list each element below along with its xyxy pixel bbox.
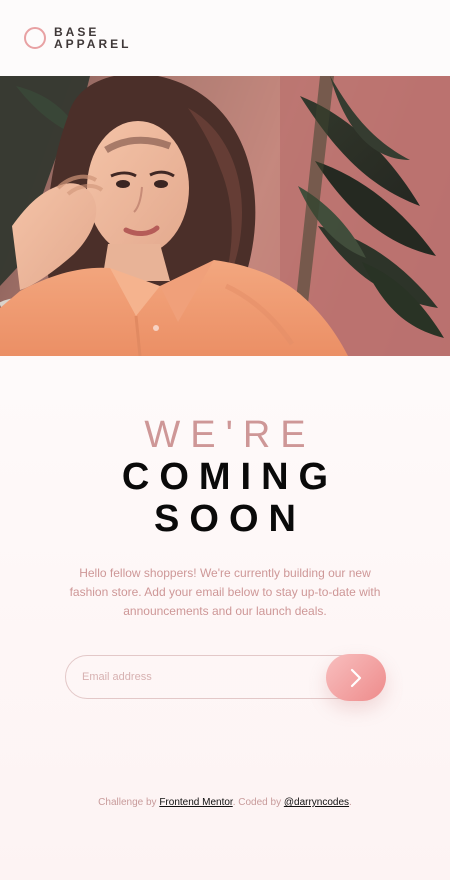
footer: Challenge by Frontend Mentor. Coded by @… xyxy=(0,797,450,808)
site-header: BASE APPAREL xyxy=(0,0,450,76)
chevron-right-icon xyxy=(350,668,362,687)
headline-line-2: COMING xyxy=(121,456,339,498)
brand-logo[interactable]: BASE APPAREL xyxy=(24,26,131,50)
hero-image xyxy=(0,76,450,356)
footer-suffix: . xyxy=(349,797,352,808)
footer-prefix: Challenge by xyxy=(98,797,157,808)
logo-text: BASE APPAREL xyxy=(54,26,131,50)
hero-illustration xyxy=(0,76,450,356)
footer-coded-by: . Coded by xyxy=(232,797,282,808)
headline: WE'RE COMING SOON xyxy=(0,414,450,540)
headline-line-3: SOON xyxy=(154,498,306,540)
email-signup-form xyxy=(65,654,386,701)
logo-ring-icon xyxy=(24,27,46,49)
author-link[interactable]: @darryncodes xyxy=(284,797,349,808)
description: Hello fellow shoppers! We're currently b… xyxy=(69,566,381,618)
frontend-mentor-link[interactable]: Frontend Mentor xyxy=(159,797,232,808)
headline-light: WE'RE xyxy=(144,414,316,456)
main-content: WE'RE COMING SOON Hello fellow shoppers!… xyxy=(0,356,450,701)
logo-line-2: APPAREL xyxy=(54,37,132,51)
submit-button[interactable] xyxy=(326,654,386,701)
